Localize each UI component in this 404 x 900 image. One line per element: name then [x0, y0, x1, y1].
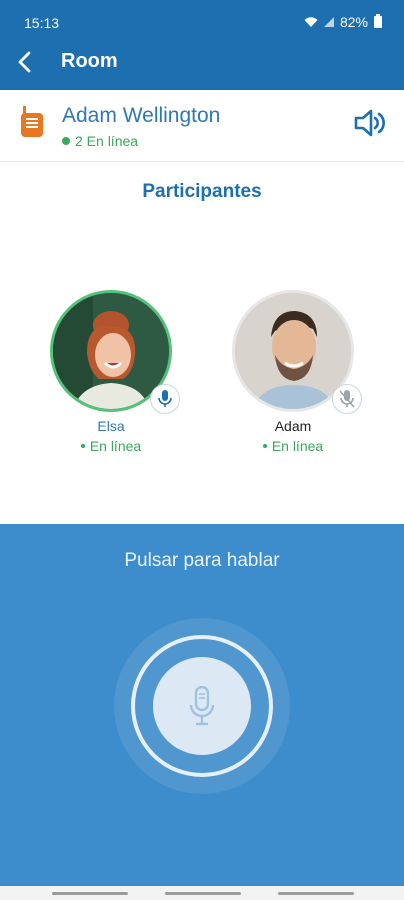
mic-active-badge — [150, 384, 180, 414]
microphone-icon — [158, 390, 172, 407]
status-system-icons: 82% — [304, 14, 382, 30]
participant-status-label: En línea — [271, 438, 324, 454]
push-to-talk-label: Pulsar para hablar — [124, 550, 280, 571]
online-count-label: 2 En línea — [75, 133, 139, 149]
participant-name: Elsa — [97, 418, 125, 434]
participant-card-adam[interactable]: Adam En línea — [232, 290, 362, 454]
status-bar: 15:13 82% — [0, 0, 404, 34]
battery-percent: 82% — [339, 14, 368, 30]
walkie-talkie-icon — [21, 106, 43, 137]
signal-icon — [323, 17, 334, 27]
online-dot — [262, 444, 267, 448]
wifi-icon — [304, 17, 318, 27]
push-to-talk-button[interactable] — [153, 657, 251, 755]
battery-icon — [374, 14, 382, 28]
online-dot — [62, 137, 70, 145]
nav-back-button[interactable] — [278, 892, 354, 895]
status-time: 15:13 — [24, 15, 60, 31]
online-dot — [80, 444, 85, 448]
online-count: 2 En línea — [62, 133, 138, 149]
participant-status-label: En línea — [89, 438, 142, 454]
app-bar: Room — [0, 34, 404, 90]
participant-card-elsa[interactable]: Elsa En línea — [50, 290, 180, 454]
back-arrow-icon[interactable] — [12, 48, 40, 76]
microphone-icon — [189, 686, 215, 726]
nav-recents-button[interactable] — [52, 892, 128, 895]
page-title: Room — [61, 50, 118, 72]
participant-status: En línea — [50, 438, 172, 454]
contact-header: Adam Wellington 2 En línea — [0, 90, 404, 162]
microphone-muted-icon — [339, 390, 355, 408]
participants-title: Participantes — [142, 181, 262, 202]
participant-name: Adam — [274, 418, 312, 434]
mic-muted-badge — [332, 384, 362, 414]
contact-name: Adam Wellington — [62, 104, 221, 127]
system-nav-bar — [0, 886, 404, 900]
push-to-talk-panel: Pulsar para hablar — [0, 524, 404, 886]
speaker-icon[interactable] — [354, 108, 388, 138]
participant-status: En línea — [232, 438, 354, 454]
nav-home-button[interactable] — [165, 892, 241, 895]
